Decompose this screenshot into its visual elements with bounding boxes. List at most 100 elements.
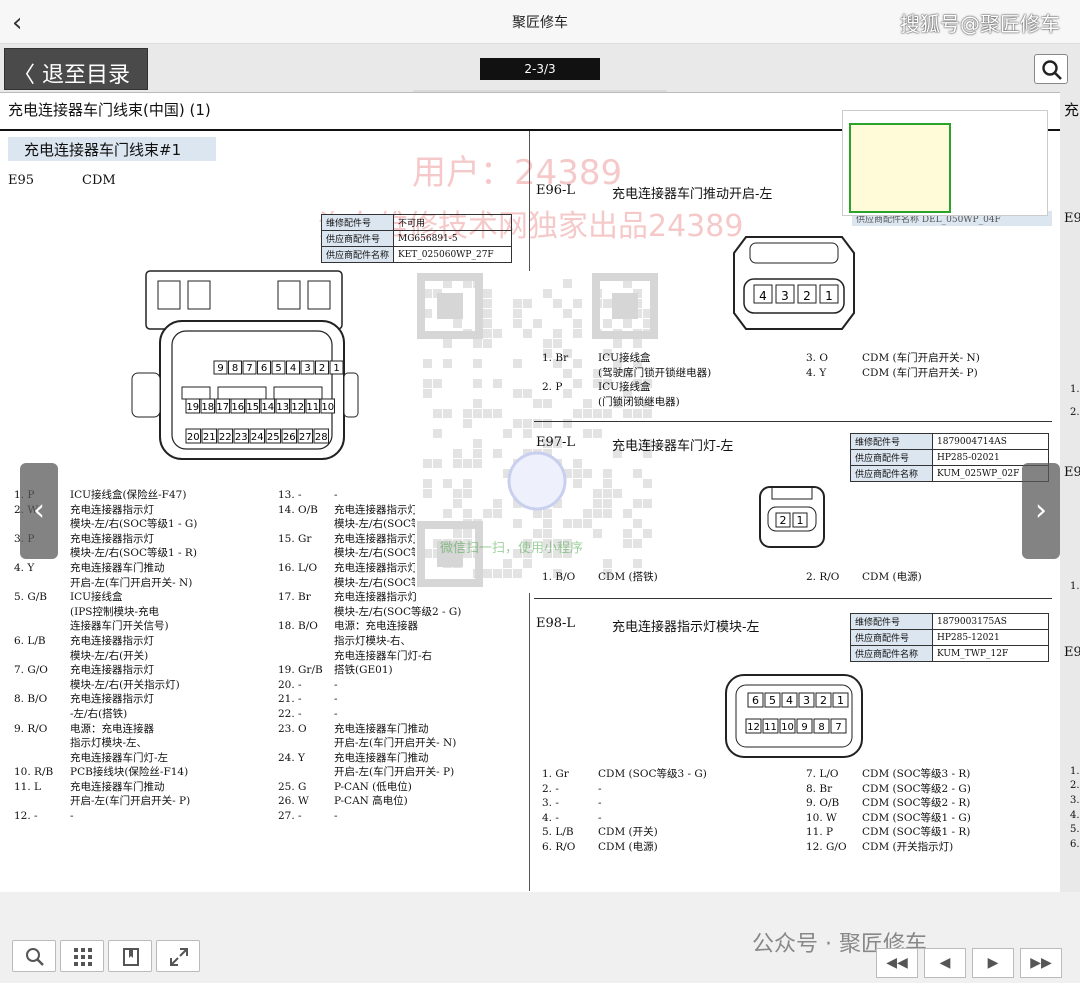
page-thumbnail[interactable]: [842, 110, 1048, 216]
pin-row: 8. B/O 充电连接器指示灯 -左/右(搭铁): [14, 692, 274, 721]
info-key: 维修配件号: [850, 433, 933, 450]
pin-number: 7. G/O: [14, 664, 48, 677]
pin-number: 20. -: [278, 678, 302, 691]
pin-number: 15. Gr: [278, 532, 312, 545]
pin-number: 7. L/O: [806, 768, 839, 780]
pin-description: 充电连接器车门推动 开启-左(车门开启开关- N): [70, 561, 192, 590]
pin-description-line: CDM (SOC等级1 - R): [862, 826, 971, 839]
prev-page-button[interactable]: ◀: [924, 948, 966, 978]
pin-number: 4. Y: [806, 366, 827, 379]
pin-row: 11. L 充电连接器车门推动 开启-左(车门开启开关- P): [14, 780, 274, 809]
app-top-bar: ‹ 聚匠修车 搜狐号@聚匠修车: [0, 0, 1080, 44]
connector-pin-label: 4: [290, 363, 296, 374]
next-page-arrow[interactable]: ›: [1022, 463, 1060, 559]
pin-description-line: 电源：充电连接器: [70, 722, 154, 735]
info-key: 供应商配件名称: [850, 645, 933, 662]
pin-description-line: 充电连接器指示灯: [70, 503, 154, 516]
pin-description-line: 开启-左(车门开启开关- P): [70, 795, 191, 808]
pin-row: 10. W CDM (SOC等级1 - G): [806, 811, 1046, 826]
info-key: 供应商配件号: [850, 449, 933, 466]
pin-description-line: CDM (搭铁): [598, 571, 658, 583]
pin-row: 2. R/O CDM (电源): [806, 570, 1046, 585]
search-button[interactable]: [1034, 54, 1068, 84]
pin-description-line: -: [334, 489, 338, 501]
connector-pin-label: 2: [780, 514, 787, 527]
pin-description: 充电连接器指示灯 -左/右(搭铁): [70, 692, 154, 721]
edge-number: 1.: [1070, 581, 1080, 593]
pin-description: CDM (SOC等级3 - G): [598, 767, 707, 782]
connector-pin-label: 7: [246, 363, 252, 374]
connector-pin-label: 5: [769, 694, 776, 707]
pin-description-line: -: [598, 782, 602, 795]
pin-description-line: CDM (开关): [598, 826, 658, 839]
connector-pin-label: 10: [321, 402, 334, 413]
pin-number: 5. L/B: [542, 826, 574, 839]
pin-number: 17. Br: [278, 591, 311, 604]
pin-description-line: 充电连接器车门灯-左: [70, 751, 169, 764]
pin-number: 9. R/O: [14, 722, 48, 735]
pin-number: 4. Y: [14, 561, 35, 574]
first-page-button[interactable]: ◀◀: [876, 948, 918, 978]
connector-pin-label: 9: [217, 363, 223, 374]
pin-number: 18. B/O: [278, 620, 318, 633]
pin-number: 1. Br: [542, 352, 569, 364]
pin-row: 27. - -: [278, 809, 528, 824]
pin-row: 21. - -: [278, 692, 528, 707]
grid-icon: [74, 948, 92, 966]
pin-description-line: CDM (电源): [598, 840, 658, 853]
connector-pin-label: 22: [219, 432, 232, 443]
section-title: 充电连接器车门线束#1: [8, 137, 216, 161]
pin-description: 充电连接器车门推动 开启-左(车门开启开关- P): [70, 780, 190, 809]
info-key: 供应商配件名称: [320, 246, 395, 263]
thumbnail-viewport[interactable]: [849, 123, 951, 213]
pin-number: 11. P: [806, 826, 834, 839]
qr-caption: 微信扫一扫，使用小程序: [440, 541, 584, 556]
pin-description-line: 充电连接器车门推动: [334, 751, 429, 764]
connector-pin-label: 1: [797, 514, 804, 527]
edge-number: 2.: [1070, 406, 1080, 418]
pin-number: 27. -: [278, 810, 302, 823]
last-page-button[interactable]: ▶▶: [1020, 948, 1062, 978]
e98-name: 充电连接器指示灯模块-左: [612, 620, 760, 635]
pin-description: 充电连接器指示灯 模块-左/右(SOC等级1 - R): [70, 532, 197, 561]
next-page-button[interactable]: ▶: [972, 948, 1014, 978]
pin-description: CDM (SOC等级2 - R): [862, 796, 970, 811]
pin-description: -: [598, 796, 602, 811]
pin-description-line: -: [598, 797, 602, 810]
edge-number: 1.: [1070, 765, 1080, 777]
user-watermark: 用户：24389: [412, 153, 623, 193]
bookmark-icon: [123, 948, 139, 966]
pin-description-line: CDM (车门开启开关- N): [862, 352, 980, 364]
pin-number: 3. -: [542, 797, 559, 810]
zoom-button[interactable]: [12, 940, 56, 972]
e97-pins-left: 1. B/O CDM (搭铁): [542, 570, 802, 585]
bookmark-button[interactable]: [108, 940, 152, 972]
e98-pins-right: 7. L/O CDM (SOC等级3 - R) 8. Br CDM (SOC等级2 -…: [806, 767, 1046, 855]
pin-row: 17. Br 充电连接器指示灯 模块-左/右(SOC等级2 - G): [278, 590, 528, 619]
back-to-toc-button[interactable]: 〈 退至目录: [4, 48, 148, 90]
pin-row: 18. B/O 电源：充电连接器 指示灯模块-右、 充电连接器车门灯-右: [278, 619, 528, 663]
connector-pin-label: 16: [231, 402, 244, 413]
prev-page-arrow[interactable]: ‹: [20, 463, 58, 559]
pin-row: 5. L/B CDM (开关): [542, 825, 802, 840]
pin-description-line: ICU接线盒(保险丝-F47): [70, 489, 187, 501]
pin-number: 22. -: [278, 707, 302, 720]
pin-description-line: -: [334, 693, 338, 706]
right-edge-numbers: 1. 2. 1. 1. 2. 3. 4. 5. 6.: [1070, 383, 1080, 852]
page-indicator: 2-3/3: [480, 58, 600, 80]
grid-button[interactable]: [60, 940, 104, 972]
pin-row: 2. P ICU接线盒 (门锁闭锁继电器): [542, 380, 802, 409]
pin-number: 21. -: [278, 693, 302, 706]
pin-description-line: 模块-左/右(开关): [70, 649, 149, 662]
pin-description-line: -左/右(搭铁): [70, 707, 128, 720]
pin-number: 14. O/B: [278, 503, 318, 516]
edge-number: 3.: [1070, 794, 1080, 806]
divider: [534, 421, 1052, 422]
pin-description-line: ICU接线盒: [598, 352, 651, 364]
pin-description-line: ICU接线盒: [598, 381, 651, 394]
connector-pin-label: 26: [283, 432, 296, 443]
pin-description: 电源：充电连接器 指示灯模块-左、 充电连接器车门灯-左: [70, 722, 168, 766]
pin-description-line: 电源：充电连接器: [334, 620, 418, 633]
fullscreen-button[interactable]: [156, 940, 200, 972]
pin-description-line: -: [334, 678, 338, 691]
